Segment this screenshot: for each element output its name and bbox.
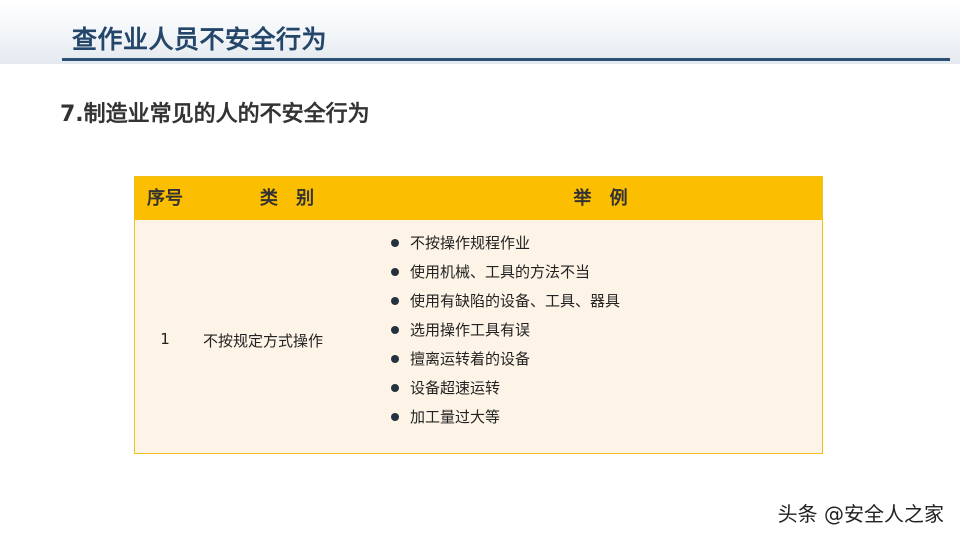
unsafe-behavior-table: 序号 类 别 举 例 1 不按规定方式操作 不按操作规程作业 使用机械、工具的方… [134, 176, 823, 454]
list-item: 不按操作规程作业 [391, 233, 620, 262]
bullet-icon [391, 413, 399, 421]
watermark: 头条 @安全人之家 [777, 502, 944, 526]
page-title: 查作业人员不安全行为 [72, 25, 328, 54]
example-text: 擅离运转着的设备 [410, 350, 531, 368]
example-text: 使用有缺陷的设备、工具、器具 [410, 292, 621, 310]
bullet-icon [391, 297, 399, 305]
example-text: 使用机械、工具的方法不当 [410, 263, 591, 281]
title-divider [62, 58, 950, 61]
list-item: 设备超速运转 [391, 378, 620, 407]
column-header-number: 序号 [147, 188, 183, 209]
examples-list: 不按操作规程作业 使用机械、工具的方法不当 使用有缺陷的设备、工具、器具 选用操… [391, 233, 620, 436]
bullet-icon [391, 355, 399, 363]
row-number-cell: 1 [160, 330, 170, 348]
bullet-icon [391, 268, 399, 276]
bullet-icon [391, 326, 399, 334]
section-subtitle: 7.制造业常见的人的不安全行为 [60, 102, 370, 127]
example-text: 选用操作工具有误 [410, 321, 531, 339]
list-item: 使用有缺陷的设备、工具、器具 [391, 291, 620, 320]
list-item: 使用机械、工具的方法不当 [391, 262, 620, 291]
example-text: 设备超速运转 [410, 379, 501, 397]
example-text: 加工量过大等 [410, 408, 501, 426]
list-item: 选用操作工具有误 [391, 320, 620, 349]
column-header-category: 类 别 [259, 188, 321, 209]
bullet-icon [391, 239, 399, 247]
list-item: 擅离运转着的设备 [391, 349, 620, 378]
table-header-row: 序号 类 别 举 例 [135, 177, 822, 220]
list-item: 加工量过大等 [391, 407, 620, 436]
bullet-icon [391, 384, 399, 392]
example-text: 不按操作规程作业 [410, 234, 531, 252]
column-header-examples: 举 例 [573, 188, 634, 209]
row-category-cell: 不按规定方式操作 [203, 332, 324, 350]
